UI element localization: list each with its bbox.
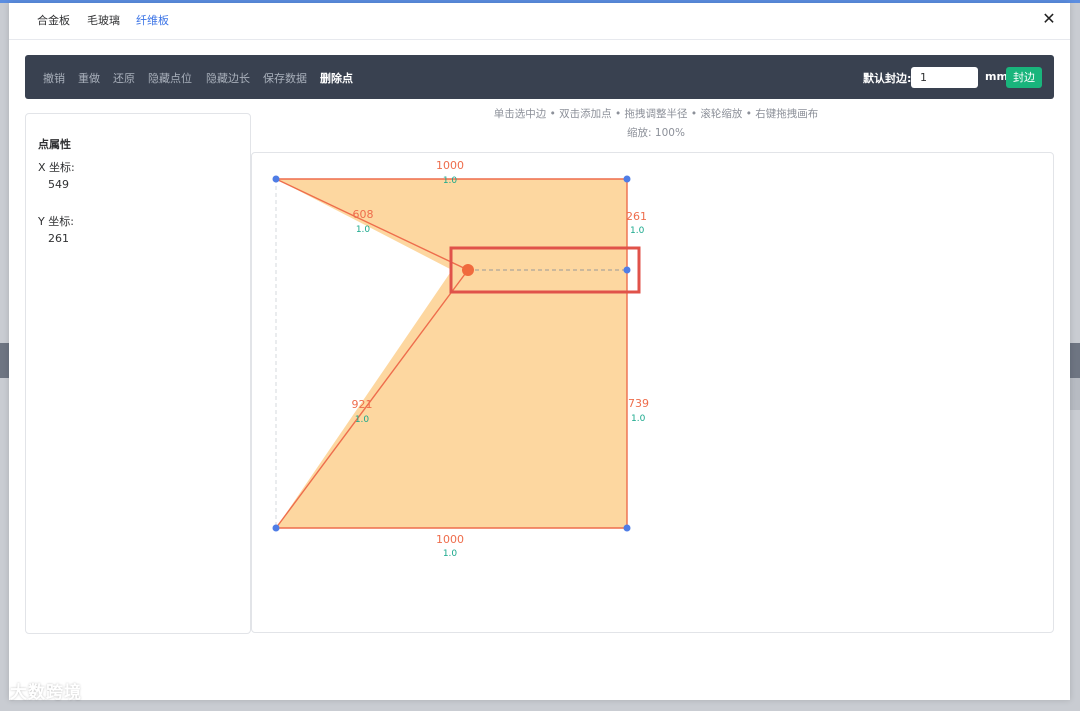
selected-vertex-point[interactable] <box>462 264 474 276</box>
delete-point-button[interactable]: 删除点 <box>320 70 353 86</box>
vertex-point[interactable] <box>272 175 280 183</box>
watermark-logo: 大数跨境 <box>10 683 82 703</box>
hide-points-button[interactable]: 隐藏点位 <box>148 70 192 86</box>
tab-fiber-board[interactable]: 纤维板 <box>136 12 169 28</box>
drawing-canvas[interactable]: 1000 1.0 261 1.0 739 1.0 1000 1.0 921 1.… <box>251 152 1054 633</box>
zoom-indicator: 缩放: 100% <box>627 127 685 139</box>
tab-frosted-glass[interactable]: 毛玻璃 <box>87 12 120 28</box>
edge-length-label: 608 <box>353 208 374 221</box>
redo-button[interactable]: 重做 <box>78 70 100 86</box>
y-coordinate-label: Y 坐标: <box>38 215 74 228</box>
edge-length-label: 921 <box>352 398 373 411</box>
edge-seal-label: 1.0 <box>443 549 458 559</box>
restore-button[interactable]: 还原 <box>113 70 135 86</box>
vertex-point[interactable] <box>623 524 631 532</box>
vertex-point[interactable] <box>272 524 280 532</box>
panel-title: 点属性 <box>38 138 71 151</box>
edge-length-label: 1000 <box>436 159 464 172</box>
material-tabs: 合金板 毛玻璃 纤维板 ✕ <box>9 3 1070 40</box>
seal-unit-label: mm <box>985 70 1008 83</box>
shape-editor-dialog: 合金板 毛玻璃 纤维板 ✕ 撤销 重做 还原 隐藏点位 隐藏边长 保存数据 删除… <box>9 3 1070 700</box>
edge-seal-label: 1.0 <box>355 415 370 425</box>
undo-button[interactable]: 撤销 <box>43 70 65 86</box>
close-icon[interactable]: ✕ <box>1040 10 1058 28</box>
shape-svg[interactable]: 1000 1.0 261 1.0 739 1.0 1000 1.0 921 1.… <box>252 153 1053 632</box>
edge-seal-label: 1.0 <box>356 225 371 235</box>
y-coordinate-value: 261 <box>48 232 69 245</box>
default-seal-input[interactable] <box>911 67 978 88</box>
shape-fill <box>276 179 627 528</box>
edge-length-label: 1000 <box>436 533 464 546</box>
default-seal-label: 默认封边: <box>863 72 912 85</box>
x-coordinate-value: 549 <box>48 178 69 191</box>
vertex-point[interactable] <box>623 175 631 183</box>
x-coordinate-label: X 坐标: <box>38 161 75 174</box>
edge-length-label: 261 <box>626 210 647 223</box>
usage-hint: 单击选中边 • 双击添加点 • 拖拽调整半径 • 滚轮缩放 • 右键拖拽画布 <box>493 108 819 120</box>
tab-alloy-board[interactable]: 合金板 <box>37 12 70 28</box>
edge-seal-label: 1.0 <box>631 414 646 424</box>
seal-edge-button[interactable]: 封边 <box>1006 67 1042 88</box>
point-properties-panel: 点属性 X 坐标: 549 Y 坐标: 261 <box>25 113 251 634</box>
edge-seal-label: 1.0 <box>630 226 645 236</box>
vertex-point[interactable] <box>623 266 631 274</box>
hide-lengths-button[interactable]: 隐藏边长 <box>206 70 250 86</box>
edge-seal-label: 1.0 <box>443 176 458 186</box>
save-data-button[interactable]: 保存数据 <box>263 70 307 86</box>
edge-length-label: 739 <box>628 397 649 410</box>
editor-toolbar: 撤销 重做 还原 隐藏点位 隐藏边长 保存数据 删除点 默认封边: mm 封边 <box>25 55 1054 99</box>
